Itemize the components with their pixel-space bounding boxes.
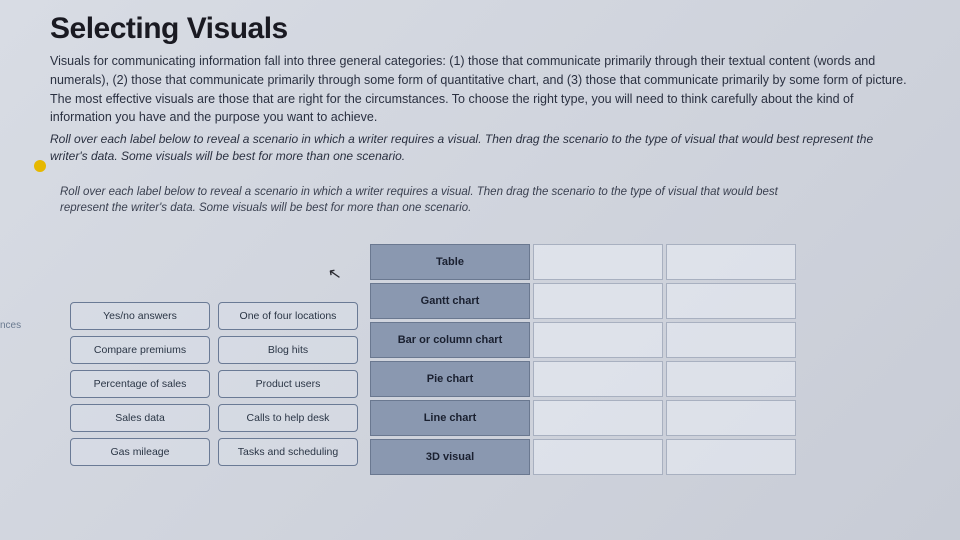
- scenario-chip[interactable]: One of four locations: [218, 302, 358, 330]
- drop-zone[interactable]: [666, 283, 796, 319]
- target-column: Table Gantt chart Bar or column chart Pi…: [370, 244, 796, 475]
- target-3d[interactable]: 3D visual: [370, 439, 530, 475]
- drop-zone[interactable]: [533, 244, 663, 280]
- page-title: Selecting Visuals: [50, 12, 930, 46]
- target-row: Table: [370, 244, 796, 280]
- drop-zone[interactable]: [666, 322, 796, 358]
- scenario-chip[interactable]: Compare premiums: [70, 336, 210, 364]
- scenario-chip[interactable]: Product users: [218, 370, 358, 398]
- target-gantt[interactable]: Gantt chart: [370, 283, 530, 319]
- target-pie[interactable]: Pie chart: [370, 361, 530, 397]
- target-row: Pie chart: [370, 361, 796, 397]
- target-row: Line chart: [370, 400, 796, 436]
- instruction-primary: Roll over each label below to reveal a s…: [50, 131, 910, 166]
- scenario-grid: Yes/no answers One of four locations Com…: [70, 302, 358, 466]
- drop-zone[interactable]: [533, 439, 663, 475]
- drop-zone[interactable]: [666, 400, 796, 436]
- scenario-chip[interactable]: Calls to help desk: [218, 404, 358, 432]
- scenario-chip[interactable]: Percentage of sales: [70, 370, 210, 398]
- scenario-chip[interactable]: Yes/no answers: [70, 302, 210, 330]
- scenario-chip[interactable]: Blog hits: [218, 336, 358, 364]
- drag-activity: Yes/no answers One of four locations Com…: [70, 244, 930, 475]
- drop-zone[interactable]: [666, 244, 796, 280]
- target-row: Bar or column chart: [370, 322, 796, 358]
- drop-zone[interactable]: [533, 283, 663, 319]
- scenario-chip[interactable]: Gas mileage: [70, 438, 210, 466]
- drop-zone[interactable]: [666, 439, 796, 475]
- instruction-secondary: Roll over each label below to reveal a s…: [60, 184, 820, 216]
- target-line[interactable]: Line chart: [370, 400, 530, 436]
- scenario-chip[interactable]: Sales data: [70, 404, 210, 432]
- target-table[interactable]: Table: [370, 244, 530, 280]
- drop-zone[interactable]: [533, 361, 663, 397]
- target-row: 3D visual: [370, 439, 796, 475]
- edge-cutoff-text: nces: [0, 320, 21, 331]
- bullet-marker: [34, 160, 46, 172]
- intro-paragraph: Visuals for communicating information fa…: [50, 52, 910, 127]
- scenario-chip[interactable]: Tasks and scheduling: [218, 438, 358, 466]
- drop-zone[interactable]: [533, 400, 663, 436]
- drop-zone[interactable]: [666, 361, 796, 397]
- drop-zone[interactable]: [533, 322, 663, 358]
- target-row: Gantt chart: [370, 283, 796, 319]
- target-bar[interactable]: Bar or column chart: [370, 322, 530, 358]
